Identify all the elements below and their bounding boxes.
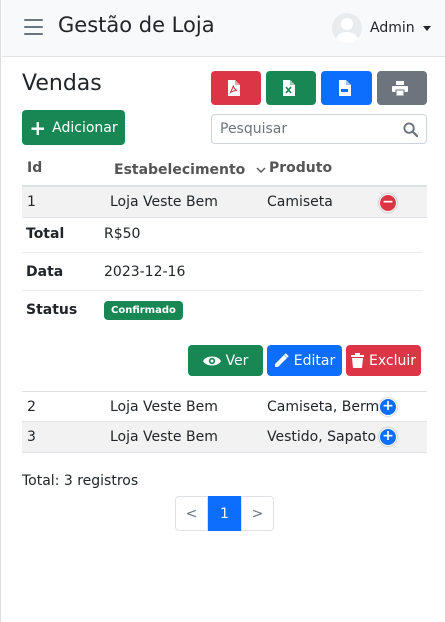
collapse-icon[interactable]: − <box>379 194 397 212</box>
detail-total-label: Total <box>26 226 65 242</box>
plus-icon: + <box>29 115 47 140</box>
eye-icon <box>202 356 221 365</box>
cell-product: Camiseta, Bermuda <box>267 399 379 415</box>
table-row[interactable]: 2 Loja Veste Bem Camiseta, Bermuda + <box>22 391 427 422</box>
total-records: Total: 3 registros <box>22 473 139 489</box>
user-avatar-icon <box>332 13 362 43</box>
cell-product: Camiseta <box>267 194 333 210</box>
cell-id: 1 <box>27 194 36 210</box>
print-icon <box>391 80 408 96</box>
delete-button-label: Excluir <box>369 352 416 369</box>
pagination-prev[interactable]: < <box>175 496 208 531</box>
status-badge: Confirmado <box>104 301 183 320</box>
expand-icon[interactable]: + <box>379 428 397 446</box>
menu-icon[interactable] <box>24 19 43 35</box>
cell-product: Vestido, Sapato <box>267 429 377 445</box>
caret-down-icon <box>422 25 431 31</box>
add-button-label: Adicionar <box>52 119 118 136</box>
sort-icon <box>256 167 266 173</box>
detail-status-label: Status <box>26 302 78 318</box>
add-button[interactable]: + Adicionar <box>22 110 125 145</box>
file-pdf-icon <box>228 80 240 96</box>
view-button[interactable]: Ver <box>188 345 263 376</box>
cell-establishment: Loja Veste Bem <box>110 429 218 445</box>
page-title: Vendas <box>22 71 102 96</box>
search-box[interactable] <box>211 114 427 144</box>
user-menu[interactable]: Admin <box>332 13 431 43</box>
export-pdf-button[interactable] <box>211 71 261 105</box>
edit-button-label: Editar <box>293 352 336 369</box>
cell-establishment: Loja Veste Bem <box>110 399 218 415</box>
trash-icon <box>351 353 364 368</box>
user-name: Admin <box>370 20 415 36</box>
pencil-icon <box>274 353 289 367</box>
table-row[interactable]: 1 Loja Veste Bem Camiseta − <box>22 187 427 218</box>
page-frame: Gestão de Loja Admin Vendas + Adicionar … <box>0 0 445 622</box>
export-csv-button[interactable] <box>321 71 372 105</box>
search-input[interactable] <box>212 115 392 143</box>
search-icon[interactable] <box>403 122 418 137</box>
detail-date-label: Data <box>26 264 64 280</box>
cell-id: 2 <box>27 399 36 415</box>
edit-button[interactable]: Editar <box>267 345 342 376</box>
detail-status: Status Confirmado <box>22 291 422 329</box>
detail-total-value: R$50 <box>104 226 141 242</box>
print-button[interactable] <box>377 71 427 105</box>
detail-date-value: 2023-12-16 <box>104 264 186 280</box>
export-excel-button[interactable] <box>266 71 316 105</box>
pagination-next[interactable]: > <box>241 496 274 531</box>
column-header-establishment-label: Estabelecimento <box>114 162 246 178</box>
table-row[interactable]: 3 Loja Veste Bem Vestido, Sapato + <box>22 422 427 453</box>
column-header-establishment[interactable]: Estabelecimento <box>114 162 266 178</box>
column-header-id[interactable]: Id <box>27 160 42 176</box>
file-csv-icon <box>338 80 351 96</box>
file-excel-icon <box>283 80 295 96</box>
detail-total: Total R$50 <box>22 215 422 253</box>
top-navbar: Gestão de Loja Admin <box>2 0 445 57</box>
detail-date: Data 2023-12-16 <box>22 253 422 291</box>
app-brand[interactable]: Gestão de Loja <box>58 13 215 37</box>
view-button-label: Ver <box>225 352 249 369</box>
cell-establishment: Loja Veste Bem <box>110 194 218 210</box>
delete-button[interactable]: Excluir <box>346 345 421 376</box>
pagination: < 1 > <box>175 496 274 531</box>
column-header-product[interactable]: Produto <box>269 160 332 176</box>
cell-id: 3 <box>27 429 36 445</box>
expand-icon[interactable]: + <box>379 398 397 416</box>
pagination-page[interactable]: 1 <box>208 496 241 531</box>
